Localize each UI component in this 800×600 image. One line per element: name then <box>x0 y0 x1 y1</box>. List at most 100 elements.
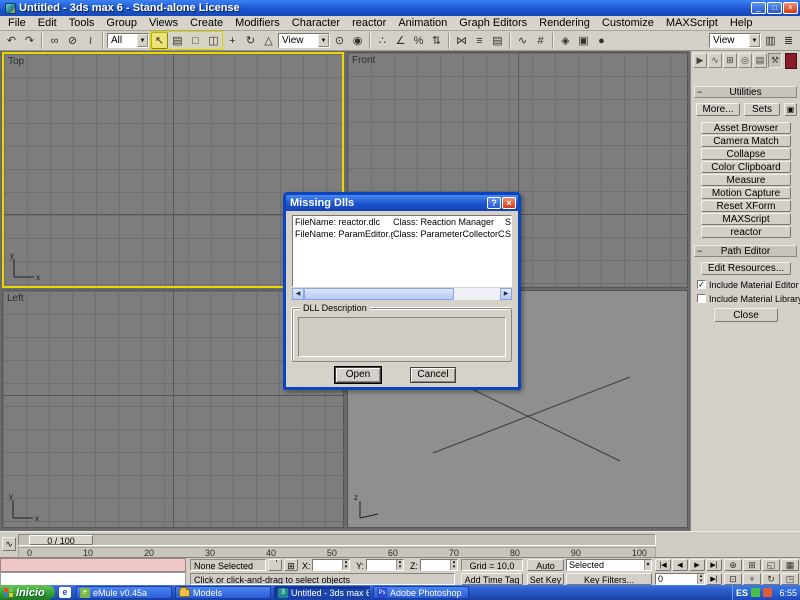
tab-hierarchy-icon[interactable]: ⊞ <box>723 53 737 68</box>
play-icon[interactable]: ▶ <box>689 559 705 571</box>
tab-modify-icon[interactable]: ∿ <box>708 53 722 68</box>
unlink-selection-icon[interactable]: ⊘ <box>64 32 81 49</box>
language-indicator[interactable]: ES <box>736 588 748 598</box>
menu-customize[interactable]: Customize <box>596 17 660 29</box>
utility-measure-button[interactable]: Measure <box>701 174 791 186</box>
x-coordinate-field[interactable]: ▴ ▾ <box>312 559 350 571</box>
go-to-start-icon[interactable]: |◀ <box>655 559 671 571</box>
snap-toggle-3d-icon[interactable]: ∴ <box>374 32 391 49</box>
path-editor-rollout-header[interactable]: − Path Editor <box>694 245 797 257</box>
select-and-move-icon[interactable]: + <box>224 32 241 49</box>
redo-icon[interactable]: ↷ <box>21 32 38 49</box>
mini-curve-editor-icon[interactable]: ∿ <box>2 537 16 551</box>
previous-frame-icon[interactable]: ◀ <box>672 559 688 571</box>
quick-launch-icon[interactable]: e <box>59 587 71 598</box>
menu-file[interactable]: File <box>2 17 32 29</box>
window-crossing-icon[interactable]: ◫ <box>205 32 222 49</box>
missing-dll-list[interactable]: FileName: reactor.dlc Class: Reaction Ma… <box>292 215 512 287</box>
menu-graph-editors[interactable]: Graph Editors <box>453 17 533 29</box>
utility-collapse-button[interactable]: Collapse <box>701 148 791 160</box>
material-editor-icon[interactable]: ◈ <box>557 32 574 49</box>
undo-icon[interactable]: ↶ <box>3 32 20 49</box>
spin-down-icon[interactable]: ▾ <box>343 565 349 570</box>
named-sets-list-icon[interactable]: ≣ <box>780 32 797 49</box>
spinner[interactable]: ▴ ▾ <box>342 560 349 570</box>
include-material-editor-checkbox[interactable]: ✓ Include Material Editor <box>697 279 799 290</box>
include-material-library-checkbox[interactable]: Include Material Library <box>697 293 800 304</box>
tab-utilities-icon[interactable]: ⚒ <box>768 53 782 68</box>
absolute-offset-mode-icon[interactable]: ⊞ <box>284 559 298 571</box>
close-button[interactable]: Close <box>714 308 778 322</box>
missing-dll-row[interactable]: FileName: ParamEditor.gup Class: Paramet… <box>293 228 511 240</box>
zoom-icon[interactable]: ⊕ <box>724 559 742 571</box>
maxscript-mini-listener[interactable] <box>0 572 186 586</box>
utility-camera-match-button[interactable]: Camera Match <box>701 135 791 147</box>
spin-down-icon[interactable]: ▾ <box>397 565 403 570</box>
select-and-link-icon[interactable]: ∞ <box>46 32 63 49</box>
select-and-manipulate-icon[interactable]: ◉ <box>349 32 366 49</box>
zoom-all-icon[interactable]: ⊞ <box>743 559 761 571</box>
edit-resources-button[interactable]: Edit Resources... <box>701 262 791 275</box>
taskbar-task-models[interactable]: Models <box>175 586 271 599</box>
taskbar-task-photoshop[interactable]: Ps Adobe Photoshop <box>373 586 469 599</box>
curve-editor-icon[interactable]: ∿ <box>514 32 531 49</box>
utility-asset-browser-button[interactable]: Asset Browser <box>701 122 791 134</box>
use-pivot-center-icon[interactable]: ⊙ <box>331 32 348 49</box>
mirror-icon[interactable]: ⋈ <box>453 32 470 49</box>
spinner[interactable]: ▴ ▾ <box>396 560 403 570</box>
tab-motion-icon[interactable]: ◎ <box>738 53 752 68</box>
open-button[interactable]: Open <box>335 367 381 383</box>
maxscript-mini-listener-macro[interactable] <box>0 558 186 572</box>
bind-to-space-warp-icon[interactable]: ≀ <box>82 32 99 49</box>
time-slider-rail[interactable]: 0 / 100 <box>18 534 656 546</box>
reference-coordinate-dropdown[interactable]: View ▼ <box>278 33 330 48</box>
add-time-tag-button[interactable]: Add Time Tag <box>461 573 523 585</box>
utilities-rollout-header[interactable]: − Utilities <box>694 86 797 98</box>
spin-down-icon[interactable]: ▾ <box>698 579 704 584</box>
start-button[interactable]: Inicio <box>0 585 55 600</box>
close-icon[interactable]: × <box>783 2 798 14</box>
utility-reactor-button[interactable]: reactor <box>701 226 791 238</box>
select-and-rotate-icon[interactable]: ↻ <box>242 32 259 49</box>
horizontal-scrollbar[interactable]: ◀ ▶ <box>292 288 512 300</box>
schematic-view-icon[interactable]: # <box>532 32 549 49</box>
menu-help[interactable]: Help <box>724 17 759 29</box>
menu-modifiers[interactable]: Modifiers <box>229 17 286 29</box>
cancel-button[interactable]: Cancel <box>410 367 456 383</box>
region-zoom-icon[interactable]: ⊡ <box>724 573 742 585</box>
menu-group[interactable]: Group <box>100 17 143 29</box>
taskbar-task-3dsmax[interactable]: 3 Untitled - 3ds max 6 -... <box>274 586 370 599</box>
configure-button-sets-icon[interactable]: ▣ <box>784 103 797 116</box>
select-and-scale-icon[interactable]: △ <box>260 32 277 49</box>
missing-dll-row[interactable]: FileName: reactor.dlc Class: Reaction Ma… <box>293 216 511 228</box>
pan-icon[interactable]: + <box>743 573 761 585</box>
go-to-end-icon[interactable]: ▶| <box>706 559 722 571</box>
layer-manager-icon[interactable]: ▤ <box>489 32 506 49</box>
menu-character[interactable]: Character <box>286 17 346 29</box>
tray-icon-1[interactable] <box>751 588 761 597</box>
next-frame-icon[interactable]: ▶| <box>706 573 722 585</box>
layer-list-icon[interactable]: ▥ <box>762 32 779 49</box>
tab-display-icon[interactable]: ▤ <box>753 53 767 68</box>
menu-create[interactable]: Create <box>184 17 229 29</box>
rectangular-selection-region-icon[interactable]: □ <box>187 32 204 49</box>
angle-snap-icon[interactable]: ∠ <box>392 32 409 49</box>
zoom-extents-icon[interactable]: ◱ <box>762 559 780 571</box>
min-max-toggle-icon[interactable]: ◳ <box>781 573 799 585</box>
key-mode-dropdown[interactable]: Selected ▼ <box>566 559 652 571</box>
utility-maxscript-button[interactable]: MAXScript <box>701 213 791 225</box>
percent-snap-icon[interactable]: % <box>410 32 427 49</box>
tab-create-icon[interactable]: ▶ <box>693 53 707 68</box>
close-icon[interactable]: × <box>502 197 516 209</box>
dialog-titlebar[interactable]: Missing Dlls ? × <box>286 195 518 211</box>
minimize-icon[interactable]: _ <box>751 2 766 14</box>
taskbar-task-emule[interactable]: e eMule v0.45a <box>76 586 172 599</box>
spin-down-icon[interactable]: ▾ <box>451 565 457 570</box>
named-views-dropdown[interactable]: View ▼ <box>709 33 761 48</box>
spinner-snap-icon[interactable]: ⇅ <box>428 32 445 49</box>
menu-views[interactable]: Views <box>143 17 184 29</box>
set-key-button[interactable]: Set Key <box>527 573 564 585</box>
menu-reactor[interactable]: reactor <box>346 17 392 29</box>
selection-lock-icon[interactable] <box>268 559 282 571</box>
y-coordinate-field[interactable]: ▴ ▾ <box>366 559 404 571</box>
